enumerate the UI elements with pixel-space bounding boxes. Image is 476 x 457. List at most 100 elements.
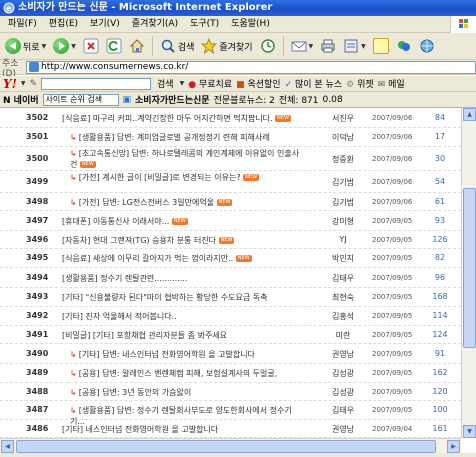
post-author[interactable]: 강미형 [320,216,366,227]
vertical-scrollbar[interactable]: ▲ ▼ [461,108,476,438]
back-button[interactable]: 뒤로 ▼ [3,35,48,57]
discuss-button[interactable] [371,35,391,57]
site-name-label[interactable]: 소비자가만드는신문 [135,93,210,106]
post-title-text: [생활용품] 정수기 렌탈관련............. [62,274,188,283]
post-title-link[interactable]: ↳ [생활용품] 답변: 계미엄글로벌 공개정정기 련해 피해사례 [70,132,300,143]
edit-button[interactable]: ▼ [341,35,368,57]
post-author[interactable]: 김성광 [320,387,366,398]
table-row[interactable]: 3486 [기타] 네스인터넘 전화영어학원 을 고발합니다 권영남 2007/09/… [0,420,461,438]
post-title-link[interactable]: ↳ [공용] 답변: 알레인스 밴렌체캠 피해, 보험설계사의 두얼굴, [70,368,300,379]
scroll-left-button[interactable]: ◀ [1,440,14,453]
post-title-link[interactable]: [기타] "신용불량자 된다"마이 협박하는 황당한 수도요금 독촉 [62,292,292,303]
post-title-link[interactable]: [휴대폰] 이동통신사 이래서야... NEW [62,216,292,227]
post-author[interactable]: 김성광 [320,368,366,379]
post-title-link[interactable]: [기타] 진자 억울해서 적어봅니다.. [62,311,292,322]
post-author[interactable]: 권영남 [320,424,366,435]
post-author[interactable]: 권영남 [320,349,366,360]
horizontal-scroll-thumb[interactable] [16,440,436,453]
yahoo-search-button[interactable]: 검색 [155,77,176,90]
table-row[interactable]: 3491 [비밀글] [기타] 포항채협 관리자분들 좀 봐주세요 미란 2007/0… [0,326,461,344]
table-row[interactable]: 3496 [자동차] 현대 그랜져(TG) 승용차 분통 터진다 NEW YJ 200… [0,231,461,249]
table-row[interactable]: 3502 [식음료] 마구리 커피..계약긴장한 마두 어지간히면 먹치팝니다. … [0,108,461,128]
research-button[interactable] [394,35,414,57]
home-button[interactable] [127,35,147,57]
post-title-link[interactable]: ↳ [공용] 답변: 3년 동안의 가슴앓이 [70,387,300,398]
yahoo-item-auction[interactable]: ■ 옥션할인 [236,77,281,90]
search-button[interactable]: 검색 [158,35,197,57]
post-title-link[interactable]: ↳ [가전] 계시한 글이 [비밀글]로 변경되는 이유는? NEW [70,172,300,183]
post-title-link[interactable]: ↳ [초고속통신망] 답변: 하나로텔레콤의 계인계제에 이유없이 인출사건 NE… [70,148,300,170]
post-title-link[interactable]: [자동차] 현대 그랜져(TG) 승용차 분통 터진다 NEW [62,235,292,246]
post-title-link[interactable]: ↳ [기타] 답변: 네스인터넘 전화영어학원 을 고발합니다 [70,349,300,360]
table-row[interactable]: 3497 [휴대폰] 이동통신사 이래서야... NEW 강미형 2007/09/05… [0,211,461,231]
yahoo-dropdown-icon[interactable]: ▼ [21,80,26,87]
yahoo-item-news[interactable]: ✓ 많이 본 뉴스 [285,77,343,90]
yahoo-logo[interactable]: Y! [3,77,17,91]
favorites-button[interactable]: 즐겨찾기 [199,35,254,57]
yahoo-item-mail[interactable]: ✉ 메일 [378,77,405,90]
post-author[interactable]: 미란 [320,330,366,341]
post-author[interactable]: 김홍석 [320,311,366,322]
table-row[interactable]: 3492 [기타] 진자 억울해서 적어봅니다.. 김홍석 2007/09/05 114 [0,307,461,326]
post-title-link[interactable]: [비밀글] [기타] 포항채협 관리자분들 좀 봐주세요 [62,330,292,341]
post-title-link[interactable]: [기타] 네스인터넘 전화영어학원 을 고발합니다 [62,424,292,435]
post-title-link[interactable]: [식음료] 세상에 이무리 갈아지가 먹는 껌이라지만.. NEW [62,253,292,264]
vertical-scroll-thumb[interactable] [463,188,476,348]
post-author[interactable]: 이덕남 [320,132,366,143]
post-author[interactable]: 최현숙 [320,292,366,303]
table-row[interactable]: 3493 [기타] "신용불량자 된다"마이 협박하는 황당한 수도요금 독촉 최현… [0,288,461,307]
menu-edit[interactable]: 편집(E) [43,16,84,33]
naver-logo[interactable]: N 네이버 [3,93,39,106]
post-title-link[interactable]: [생활용품] 정수기 렌탈관련............. [62,273,292,284]
horizontal-scrollbar[interactable]: ◀ ▶ [0,438,461,453]
extra-button[interactable] [417,35,437,57]
refresh-button[interactable] [104,35,124,57]
naver-toolbar: N 네이버 사이트 순위 검색 ▣ 소비자가만드는신문 전문블로뉴스: 2 전체… [0,92,476,108]
post-title-link[interactable]: ↳ [가전] 답변: LG전스전버스 3일만에억울 NEW [70,197,300,208]
menu-file[interactable]: 파일(F) [2,16,43,33]
post-author[interactable]: 김기범 [320,177,366,188]
address-input[interactable]: http://www.consumernews.co.kr/ [26,60,476,74]
scroll-right-button[interactable]: ▶ [447,440,460,453]
yahoo-item-free-care[interactable]: ● 무료치료 [188,77,232,90]
post-author[interactable]: 김태우 [320,273,366,284]
post-author[interactable]: 정중환 [320,154,366,165]
post-author[interactable]: 김기범 [320,197,366,208]
post-author[interactable]: 박민지 [320,253,366,264]
post-title-text: [기타] "신용불량자 된다"마이 협박하는 황당한 수도요금 독촉 [62,293,268,302]
yahoo-item-widget[interactable]: ⚙ 위젯 [346,77,374,90]
menu-view[interactable]: 보기(V) [84,16,126,33]
menu-help[interactable]: 도움말(H) [225,16,276,33]
yahoo-toolbar: Y! ▼ ✎ 검색 ▼ ● 무료치료 ■ 옥션할인 ✓ 많이 본 뉴스 ⚙ 위젯… [0,76,476,92]
table-row[interactable]: 3488 ↳ [공용] 답변: 3년 동안의 가슴앓이 김성광 2007/09/05 12… [0,383,461,401]
scroll-up-button[interactable]: ▲ [463,108,476,121]
mail-button[interactable]: ▼ [289,35,316,57]
table-row[interactable]: 3495 [식음료] 세상에 이무리 갈아지가 먹는 껌이라지만.. NEW 박민지… [0,249,461,268]
post-title-text: [초고속통신망] 답변: 하나로텔레콤의 계인계제에 이유없이 인출사건 [70,149,300,169]
history-button[interactable] [258,35,278,57]
table-row[interactable]: 3501 ↳ [생활용품] 답변: 계미엄글로벌 공개정정기 련해 피해사례 이덕남 2… [0,128,461,147]
scroll-down-button[interactable]: ▼ [463,425,476,438]
post-author[interactable]: 김태우 [320,405,366,416]
table-row[interactable]: 3500 ↳ [초고속통신망] 답변: 하나로텔레콤의 계인계제에 이유없이 인출사… [0,147,461,171]
post-author[interactable]: 서진우 [320,113,366,124]
back-label: 뒤로 [23,42,40,53]
search-dropdown-icon[interactable]: ▼ [180,80,185,87]
print-button[interactable] [318,35,338,57]
table-row[interactable]: 3490 ↳ [기타] 답변: 네스인터넘 전화영어학원 을 고발합니다 권영남 200… [0,344,461,364]
table-row[interactable]: 3499 ↳ [가전] 계시한 글이 [비밀글]로 변경되는 이유는? NEW 김기범… [0,171,461,193]
naver-search-input[interactable]: 사이트 순위 검색 [42,93,119,106]
table-row[interactable]: 3498 ↳ [가전] 답변: LG전스전버스 3일만에억울 NEW 김기범 2007/… [0,193,461,211]
stop-button[interactable] [81,35,101,57]
post-author[interactable]: YJ [320,235,366,244]
table-row[interactable]: 3494 [생활용품] 정수기 렌탈관련............. 김태우 2007/… [0,268,461,288]
table-row[interactable]: 3487 ↳ [생활용품] 답변: 정수기 렌탈회사부도로 양도한회사에서 정수기 … [0,401,461,426]
menu-favorites[interactable]: 즐겨찾기(A) [126,16,184,33]
table-row[interactable]: 3489 ↳ [공용] 답변: 알레인스 밴렌체캠 피해, 보험설계사의 두얼굴, 김… [0,364,461,383]
menu-tools[interactable]: 도구(T) [184,16,225,33]
forward-button[interactable]: ▼ [51,35,78,57]
popularity-label[interactable]: 전문블로뉴스: 2 [214,93,275,106]
yahoo-search-input[interactable] [41,77,152,90]
favorites-label: 즐겨찾기 [219,42,253,53]
post-title-link[interactable]: [식음료] 마구리 커피..계약긴장한 마두 어지간히면 먹치팝니다. NEW [62,113,292,124]
